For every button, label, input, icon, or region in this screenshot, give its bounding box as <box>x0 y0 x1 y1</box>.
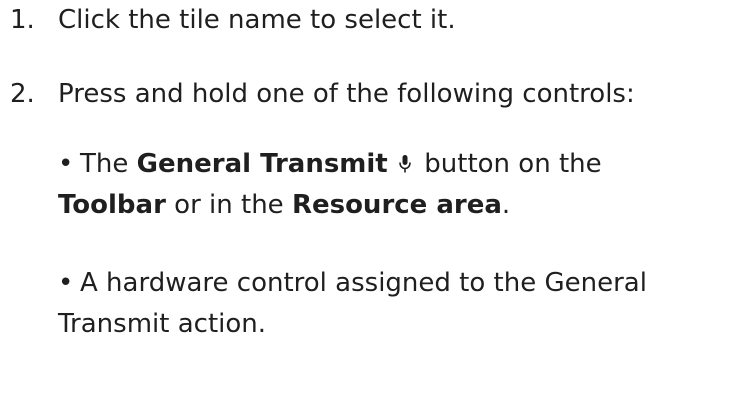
bullet-text: A hardware control assigned to the Gener… <box>58 268 647 339</box>
general-transmit-label: General Transmit <box>136 149 388 179</box>
toolbar-label: Toolbar <box>58 190 166 220</box>
bullet-marker: • <box>58 149 74 179</box>
bullet-general-transmit-button: • The General Transmit button on the Tool… <box>58 144 750 226</box>
bullet-text-or-in-the: or in the <box>174 190 284 220</box>
step-2: 2. Press and hold one of the following co… <box>10 76 635 112</box>
bullet-text-the: The <box>80 149 129 179</box>
bullet-period: . <box>501 190 511 220</box>
resource-area-label: Resource area <box>291 190 502 220</box>
step-text: Press and hold one of the following cont… <box>58 79 635 109</box>
bullet-hardware-control: • A hardware control assigned to the Gene… <box>58 263 750 345</box>
step-1: 1. Click the tile name to select it. <box>10 2 456 38</box>
bullet-text-button-on-the: button on the <box>424 149 602 179</box>
bullet-marker: • <box>58 268 74 298</box>
microphone-icon <box>398 154 412 174</box>
step-number: 2. <box>10 79 35 109</box>
step-number: 1. <box>10 5 35 35</box>
step-text: Click the tile name to select it. <box>58 5 456 35</box>
